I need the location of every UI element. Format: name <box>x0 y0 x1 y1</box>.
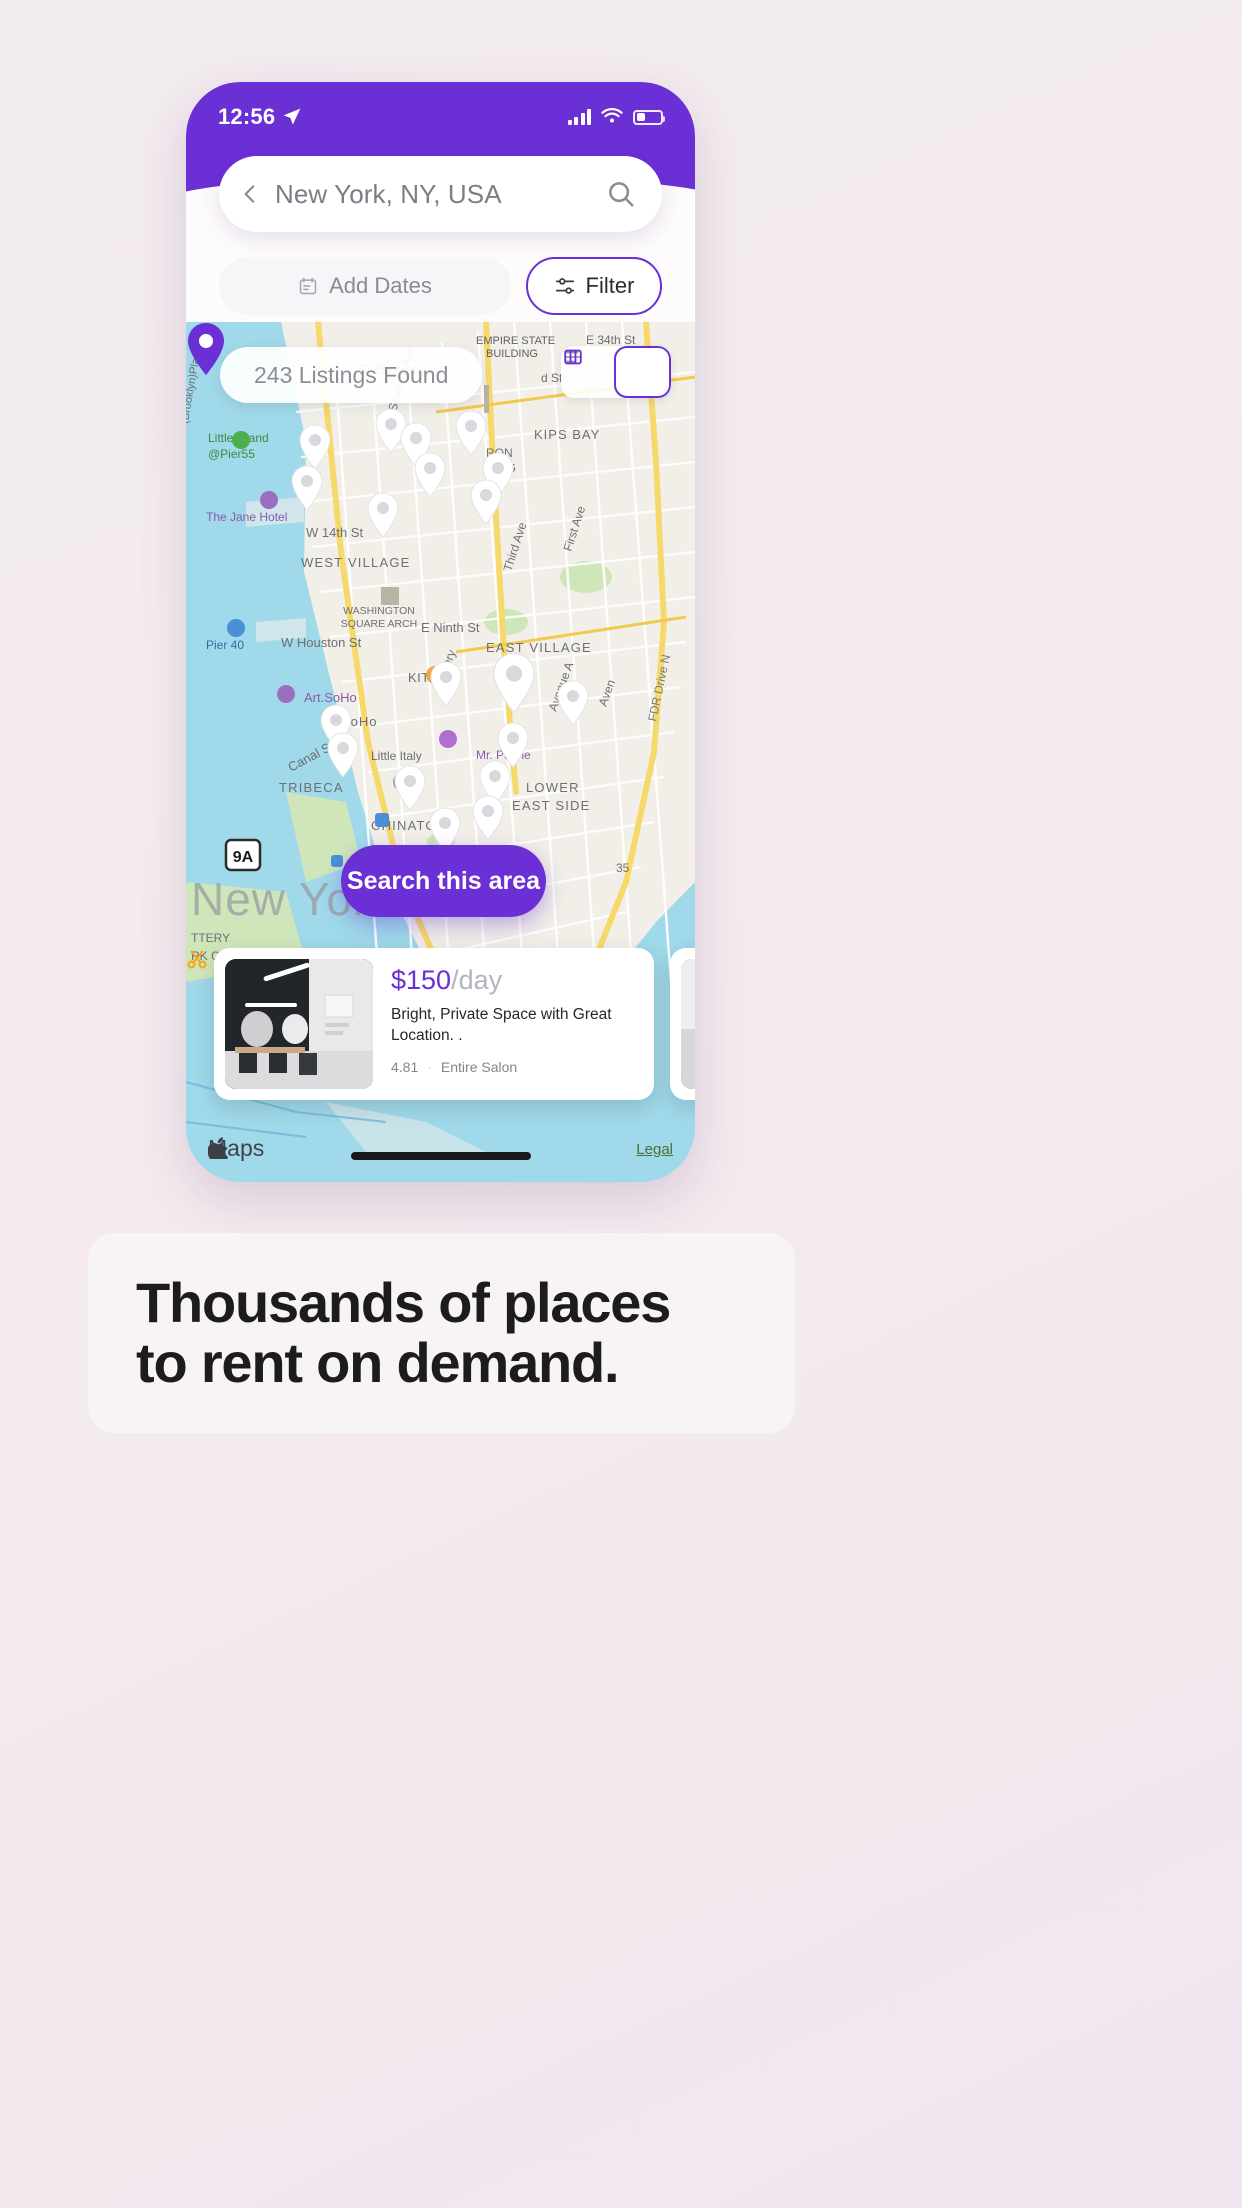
map-canvas[interactable]: Technology EMPIRE STATE BUILDING KIPS BA… <box>186 322 695 1182</box>
listing-title: Bright, Private Space with Great Locatio… <box>391 1006 612 1044</box>
svg-text:WEST VILLAGE: WEST VILLAGE <box>301 555 411 570</box>
svg-text:LOWER: LOWER <box>526 780 580 795</box>
status-bar-left: 12:56 <box>218 104 302 130</box>
listing-details: $150/day Bright, Private Space with Grea… <box>187 950 643 1089</box>
search-input[interactable]: New York, NY, USA <box>275 179 594 210</box>
battery-low-icon <box>633 109 665 125</box>
svg-text:E 34th St: E 34th St <box>586 333 636 347</box>
svg-text:WASHINGTON: WASHINGTON <box>343 605 415 617</box>
wifi-icon <box>601 108 623 123</box>
listing-card[interactable] <box>670 948 695 1100</box>
status-bar: 12:56 <box>186 82 695 138</box>
svg-text:W Houston St: W Houston St <box>281 635 362 650</box>
map-pin[interactable] <box>393 765 427 811</box>
svg-text:SQUARE ARCH: SQUARE ARCH <box>341 618 417 630</box>
meta-separator: · <box>427 1058 432 1075</box>
map-pin[interactable] <box>298 424 332 470</box>
location-pin-icon[interactable] <box>186 322 226 376</box>
svg-text:KIPS BAY: KIPS BAY <box>534 427 600 442</box>
home-indicator <box>350 1152 531 1160</box>
location-arrow-icon <box>283 108 301 125</box>
route-shield-9a: 9A <box>224 838 262 872</box>
map-view-button[interactable] <box>564 346 671 398</box>
svg-text:Art.SoHo: Art.SoHo <box>304 690 357 705</box>
chevron-left-icon[interactable] <box>237 181 263 207</box>
sliders-icon <box>555 278 574 294</box>
svg-text:9A: 9A <box>233 849 254 866</box>
caption-line-2: to rent on demand. <box>136 1331 620 1394</box>
add-dates-label: Add Dates <box>329 273 432 298</box>
legal-link[interactable]: Legal <box>636 1141 673 1158</box>
listing-thumbnail <box>681 959 695 1089</box>
map-pin[interactable] <box>491 652 537 714</box>
map-attribution: Maps <box>208 1135 264 1162</box>
apple-logo-icon <box>208 1137 228 1159</box>
filter-button[interactable]: Filter <box>526 257 662 315</box>
svg-text:TTERY: TTERY <box>191 931 230 945</box>
search-bar[interactable]: New York, NY, USA <box>219 156 662 232</box>
magnifier-icon[interactable] <box>606 179 636 209</box>
map-view-icon <box>564 349 582 365</box>
filter-row: Add Dates Filter <box>186 250 695 322</box>
svg-text:d St: d St <box>541 371 563 385</box>
svg-text:EMPIRE STATE: EMPIRE STATE <box>476 335 555 347</box>
map-pin[interactable] <box>556 680 590 726</box>
map-pin[interactable] <box>413 452 447 498</box>
listing-price: $150/day <box>391 965 503 995</box>
svg-text:Little Italy: Little Italy <box>371 749 422 763</box>
map-pin[interactable] <box>471 795 505 841</box>
svg-text:W 14th St: W 14th St <box>306 525 363 540</box>
svg-text:35: 35 <box>616 861 630 875</box>
listing-carousel[interactable]: $150/day Bright, Private Space with Grea… <box>186 948 695 1108</box>
svg-text:BUILDING: BUILDING <box>486 348 538 360</box>
map-pin[interactable] <box>290 465 324 511</box>
map-pin[interactable] <box>326 732 360 778</box>
listing-rating: 4.81 <box>391 1058 419 1075</box>
svg-text:Pier 40: Pier 40 <box>206 638 244 652</box>
listing-card[interactable]: $150/day Bright, Private Space with Grea… <box>187 948 654 1100</box>
calendar-icon <box>299 277 317 295</box>
search-this-area-button[interactable]: Search this area <box>341 845 546 917</box>
listing-meta: 4.81 · Entire Salon <box>187 950 643 1075</box>
clock-label: 12:56 <box>218 104 276 129</box>
listing-type: Entire Salon <box>440 1058 518 1075</box>
listings-count-badge: 243 Listings Found <box>220 347 483 403</box>
map-pin[interactable] <box>469 479 503 525</box>
view-toggle-group[interactable] <box>561 346 671 398</box>
svg-text:E Ninth St: E Ninth St <box>421 620 480 635</box>
cellular-bars-icon <box>567 109 591 125</box>
caption-line-1: Thousands of places <box>136 1271 671 1335</box>
phone-screen: 12:56 New York, NY, USA Add Dates Filter… <box>186 82 695 1182</box>
status-bar-right <box>567 108 665 126</box>
svg-text:@Pier55: @Pier55 <box>208 447 255 461</box>
map-pin[interactable] <box>454 410 488 456</box>
promo-caption: Thousands of places to rent on demand. <box>88 1233 795 1433</box>
svg-text:TRIBECA: TRIBECA <box>279 780 344 795</box>
map-pin[interactable] <box>366 492 400 538</box>
svg-text:EAST SIDE: EAST SIDE <box>512 798 590 813</box>
phone-mockup: 12:56 New York, NY, USA Add Dates Filter… <box>186 82 695 1182</box>
filter-label: Filter <box>585 273 635 298</box>
map-pin[interactable] <box>429 661 463 707</box>
add-dates-button[interactable]: Add Dates <box>219 257 511 315</box>
listing-thumbnail <box>225 959 373 1089</box>
svg-text:The Jane Hotel: The Jane Hotel <box>206 510 287 524</box>
